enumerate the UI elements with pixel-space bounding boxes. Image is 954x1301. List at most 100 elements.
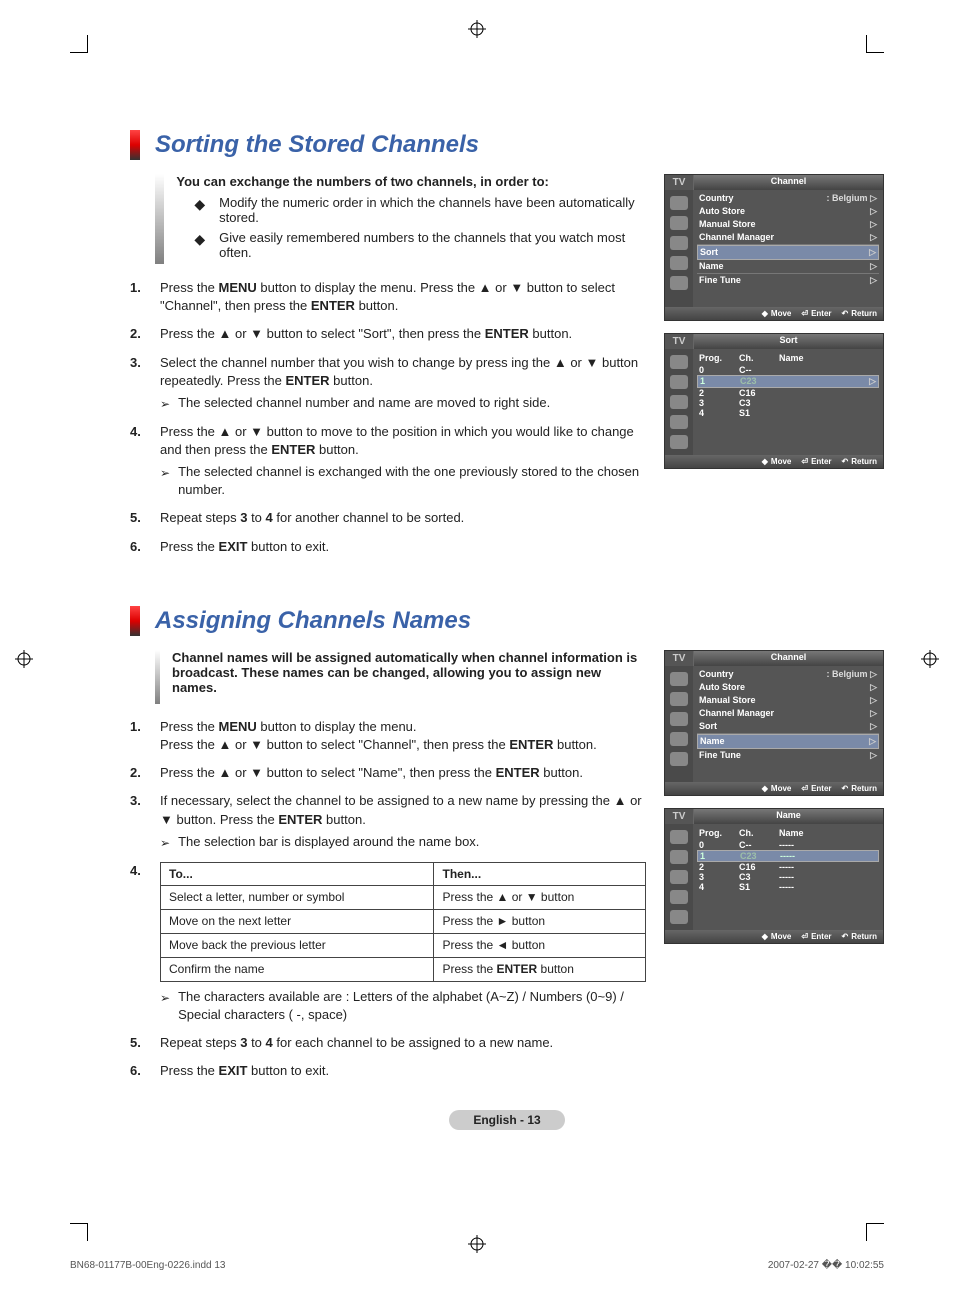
intro-text: Channel names will be assigned automatic… <box>172 650 646 698</box>
osd-sidebar-icon <box>670 672 688 686</box>
osd-tv-label: TV <box>665 651 693 666</box>
osd-sidebar-icon <box>670 830 688 844</box>
osd-sidebar-icon <box>670 732 688 746</box>
osd-footer-return: ↶Return <box>842 309 877 318</box>
osd-sidebar-icon <box>670 216 688 230</box>
section-accent-bar <box>130 130 140 160</box>
step-number: 6. <box>130 538 148 556</box>
osd-sidebar-icon <box>670 196 688 210</box>
osd-col-header: Name <box>779 828 877 838</box>
osd-sidebar-icon <box>670 910 688 924</box>
step-number: 5. <box>130 509 148 527</box>
step-number: 2. <box>130 764 148 782</box>
step-text: Press the EXIT button to exit. <box>160 538 329 556</box>
step-text: If necessary, select the channel to be a… <box>160 792 646 851</box>
osd-menu-item: Auto Store <box>699 206 745 217</box>
step-number: 5. <box>130 1034 148 1052</box>
note-arrow-icon: ➢ <box>160 990 170 1024</box>
osd-footer-move: ◆Move <box>762 784 792 793</box>
osd-menu-item-selected: Name <box>700 736 725 747</box>
osd-footer-return: ↶Return <box>842 932 877 941</box>
osd-tv-label: TV <box>665 334 693 349</box>
table-cell: Press the ◄ button <box>434 933 646 957</box>
crop-mark <box>70 1223 88 1241</box>
osd-menu-item: Auto Store <box>699 682 745 693</box>
table-header: Then... <box>434 862 646 886</box>
step-number: 6. <box>130 1062 148 1080</box>
step-number: 1. <box>130 279 148 315</box>
step-number: 2. <box>130 325 148 343</box>
step-text: Press the MENU button to display the men… <box>160 279 646 315</box>
table-cell: Move back the previous letter <box>161 933 434 957</box>
step-text: Press the EXIT button to exit. <box>160 1062 329 1080</box>
osd-menu-item: Channel Manager <box>699 708 774 719</box>
osd-sidebar-icon <box>670 355 688 369</box>
note-text: The selected channel number and name are… <box>178 394 550 413</box>
osd-col-header: Ch. <box>739 828 775 838</box>
osd-sidebar-icon <box>670 752 688 766</box>
osd-screenshot-sort-list: TVSort Prog.Ch.Name 0C-- 1C23▷ 2C16 3C3 … <box>664 333 884 469</box>
intro-text: You can exchange the numbers of two chan… <box>176 174 646 189</box>
osd-menu-item: Manual Store <box>699 219 756 230</box>
step-number: 1. <box>130 718 148 754</box>
osd-sidebar-icon <box>670 415 688 429</box>
table-cell: Move on the next letter <box>161 910 434 934</box>
bullet-text: Modify the numeric order in which the ch… <box>219 195 646 225</box>
step-number: 4. <box>130 423 148 500</box>
osd-menu-item: Manual Store <box>699 695 756 706</box>
indent-bar <box>155 174 164 264</box>
step-text: Repeat steps 3 to 4 for another channel … <box>160 509 464 527</box>
osd-footer-enter: ⏎Enter <box>801 784 831 793</box>
osd-title: Channel <box>693 175 883 190</box>
osd-footer-return: ↶Return <box>842 784 877 793</box>
osd-tv-label: TV <box>665 175 693 190</box>
osd-sidebar-icon <box>670 256 688 270</box>
osd-menu-item: Name <box>699 261 724 272</box>
table-cell: Press the ENTER button <box>434 957 646 981</box>
osd-col-header: Prog. <box>699 353 735 363</box>
osd-col-header: Name <box>779 353 877 363</box>
bullet-text: Give easily remembered numbers to the ch… <box>219 230 646 260</box>
osd-menu-item: Country <box>699 669 734 680</box>
section-title: Assigning Channels Names <box>155 607 471 635</box>
osd-sidebar-icon <box>670 850 688 864</box>
osd-screenshot-name-list: TVName Prog.Ch.Name 0C------- 1C23----- … <box>664 808 884 944</box>
osd-menu-item: Country <box>699 193 734 204</box>
osd-title: Channel <box>693 651 883 666</box>
note-text: The selection bar is displayed around th… <box>178 833 479 852</box>
osd-footer-enter: ⏎Enter <box>801 932 831 941</box>
diamond-icon: ◆ <box>194 232 205 260</box>
step-text: Repeat steps 3 to 4 for each channel to … <box>160 1034 553 1052</box>
step-text: Press the ▲ or ▼ button to select "Sort"… <box>160 325 572 343</box>
osd-footer-return: ↶Return <box>842 457 877 466</box>
osd-footer-move: ◆Move <box>762 457 792 466</box>
action-table: To...Then... Select a letter, number or … <box>160 862 646 982</box>
osd-sidebar-icon <box>670 890 688 904</box>
table-header: To... <box>161 862 434 886</box>
osd-sidebar-icon <box>670 712 688 726</box>
note-arrow-icon: ➢ <box>160 465 170 499</box>
step-number: 3. <box>130 792 148 851</box>
osd-menu-item: Channel Manager <box>699 232 774 243</box>
osd-screenshot-channel-sort: TVChannel Country: Belgium ▷ Auto Store▷… <box>664 174 884 321</box>
indent-bar <box>155 650 160 704</box>
note-arrow-icon: ➢ <box>160 835 170 852</box>
osd-menu-item: Fine Tune <box>699 750 741 761</box>
osd-sidebar-icon <box>670 236 688 250</box>
osd-tv-label: TV <box>665 809 693 824</box>
osd-screenshot-channel-name: TVChannel Country: Belgium ▷ Auto Store▷… <box>664 650 884 796</box>
osd-footer-move: ◆Move <box>762 309 792 318</box>
osd-sidebar-icon <box>670 435 688 449</box>
table-cell: Confirm the name <box>161 957 434 981</box>
registration-mark-icon <box>468 1235 486 1256</box>
step-number: 3. <box>130 354 148 413</box>
osd-footer-enter: ⏎Enter <box>801 457 831 466</box>
table-cell: Press the ▲ or ▼ button <box>434 886 646 910</box>
step-text: Press the ▲ or ▼ button to select "Name"… <box>160 764 583 782</box>
diamond-icon: ◆ <box>194 197 205 225</box>
note-text: The characters available are : Letters o… <box>178 988 646 1024</box>
osd-sidebar-icon <box>670 870 688 884</box>
section-accent-bar <box>130 606 140 636</box>
crop-mark <box>866 1223 884 1241</box>
table-cell: Select a letter, number or symbol <box>161 886 434 910</box>
